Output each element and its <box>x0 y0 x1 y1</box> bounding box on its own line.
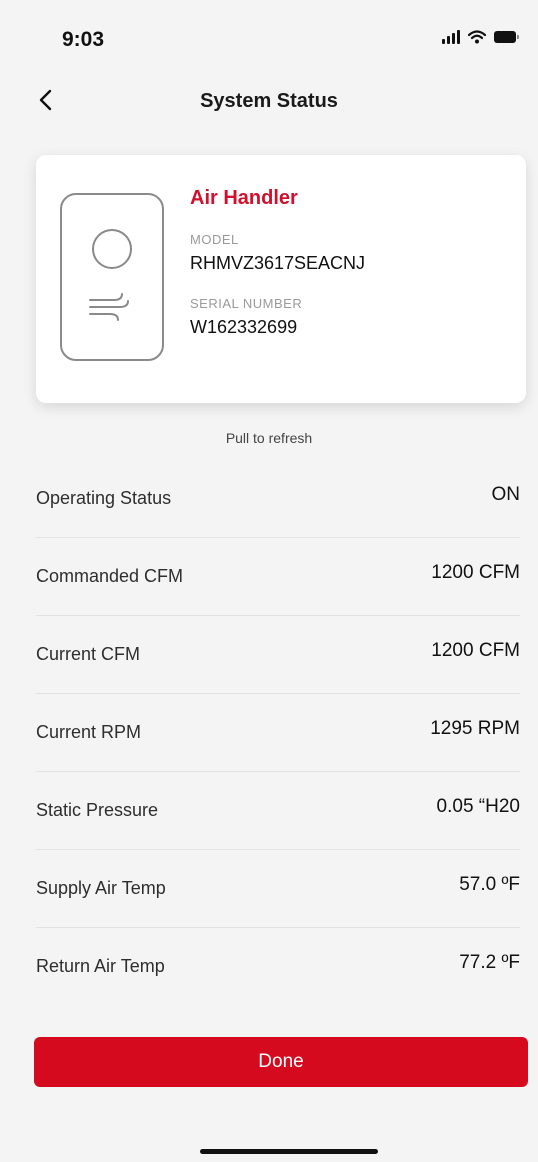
row-value: 1200 CFM <box>431 562 520 583</box>
pull-to-refresh-hint: Pull to refresh <box>225 430 313 446</box>
status-icons <box>442 30 519 44</box>
row-value: 57.0 ºF <box>459 874 520 895</box>
row-value: 77.2 ºF <box>459 952 520 973</box>
device-name: Air Handler <box>190 187 298 209</box>
status-bar: 9:03 <box>0 0 538 80</box>
row-value: 0.05 “H20 <box>436 796 520 817</box>
model-value: RHMVZ3617SEACNJ <box>190 253 366 273</box>
home-indicator[interactable] <box>200 1149 378 1154</box>
row-label: Static Pressure <box>36 800 159 820</box>
status-list: Operating Status ON Commanded CFM 1200 C… <box>0 460 538 1006</box>
status-row-return-air-temp: Return Air Temp 77.2 ºF <box>36 928 520 1006</box>
device-info: Air Handler MODEL RHMVZ3617SEACNJ SERIAL… <box>190 187 365 338</box>
serial-label: SERIAL NUMBER <box>190 296 303 311</box>
status-row-commanded-cfm: Commanded CFM 1200 CFM <box>36 538 520 616</box>
wifi-icon <box>468 30 486 44</box>
status-row-static-pressure: Static Pressure 0.05 “H20 <box>36 772 520 850</box>
status-row-current-cfm: Current CFM 1200 CFM <box>36 616 520 694</box>
status-time: 9:03 <box>62 28 105 51</box>
device-card: Air Handler MODEL RHMVZ3617SEACNJ SERIAL… <box>36 155 526 403</box>
row-label: Return Air Temp <box>36 956 165 976</box>
air-handler-icon <box>60 193 164 361</box>
row-label: Commanded CFM <box>36 566 184 586</box>
status-row-current-rpm: Current RPM 1295 RPM <box>36 694 520 772</box>
page-title: System Status <box>200 90 338 112</box>
done-button[interactable]: Done <box>34 1037 528 1087</box>
row-label: Current RPM <box>36 722 142 742</box>
model-label: MODEL <box>190 232 239 247</box>
row-value: 1200 CFM <box>431 640 520 661</box>
status-row-supply-air-temp: Supply Air Temp 57.0 ºF <box>36 850 520 928</box>
row-value: 1295 RPM <box>430 718 520 739</box>
nav-bar: System Status <box>0 80 538 124</box>
row-label: Operating Status <box>36 488 172 508</box>
status-row-operating-status: Operating Status ON <box>36 460 520 538</box>
row-label: Current CFM <box>36 644 141 664</box>
serial-value: W162332699 <box>190 317 298 337</box>
signal-icon <box>442 30 460 44</box>
battery-icon <box>494 31 519 43</box>
row-label: Supply Air Temp <box>36 878 166 898</box>
row-value: ON <box>491 484 521 505</box>
